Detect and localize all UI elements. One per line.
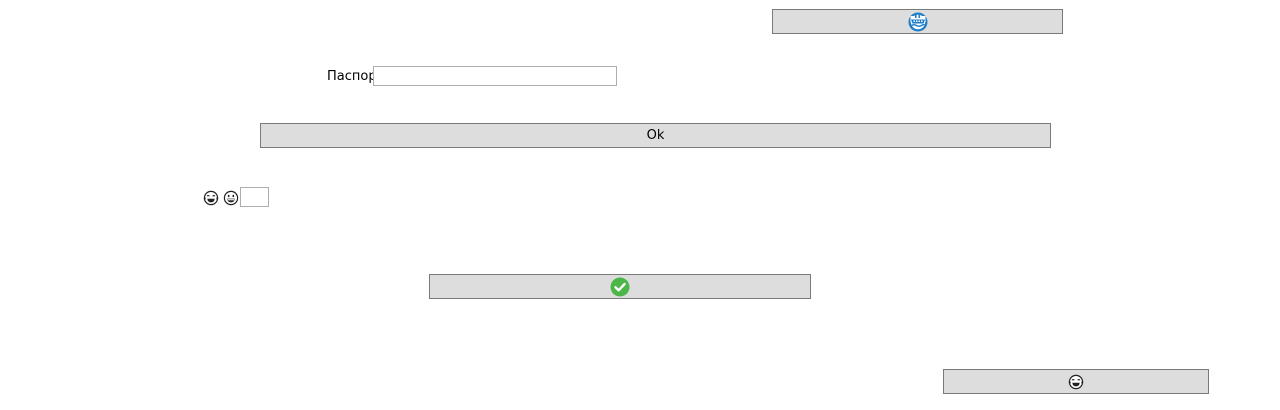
ok-button[interactable]: Ok [260,123,1051,148]
tears-of-joy-emoji-icon [203,190,219,206]
tears-of-joy-emoji-icon [1068,374,1084,390]
emoji-input[interactable] [240,187,269,207]
ok-button-label: Ok [646,128,665,143]
grinning-emoji-icon [223,190,239,206]
ship-icon [908,12,928,32]
emoji-button[interactable] [943,369,1209,394]
passport-field[interactable] [373,66,617,86]
check-circle-icon [610,277,630,297]
ship-button[interactable] [772,9,1063,34]
check-button[interactable] [429,274,811,299]
